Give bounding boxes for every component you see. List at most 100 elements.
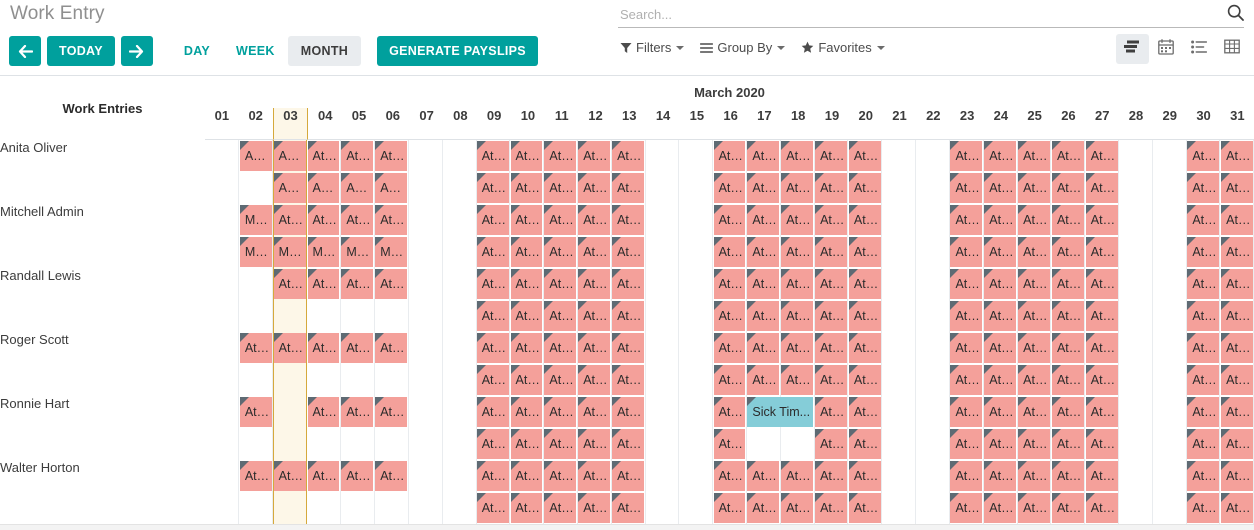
work-entry-pill[interactable]: Att...	[1085, 461, 1118, 491]
work-entry-pill[interactable]: Att...	[307, 333, 340, 363]
work-entry-pill[interactable]: Att...	[476, 365, 509, 395]
work-entry-pill[interactable]: Att...	[1051, 269, 1084, 299]
work-entry-pill[interactable]: Att...	[815, 461, 847, 491]
work-entry-pill[interactable]: Att...	[273, 205, 306, 235]
favorites-menu[interactable]: Favorites	[801, 40, 885, 55]
work-entry-pill[interactable]: Att...	[747, 493, 780, 523]
work-entry-pill[interactable]: Att...	[578, 237, 611, 267]
gantt-row-label[interactable]: Randall Lewis	[0, 268, 205, 332]
work-entry-pill[interactable]: Att...	[476, 205, 509, 235]
gantt-row-label[interactable]: Mitchell Admin	[0, 204, 205, 268]
work-entry-pill[interactable]: Att...	[544, 365, 577, 395]
work-entry-pill[interactable]: Att...	[984, 173, 1017, 203]
work-entry-pill[interactable]: Att...	[1085, 493, 1118, 523]
work-entry-pill[interactable]: Att...	[544, 141, 577, 171]
work-entry-pill[interactable]: Att...	[544, 461, 577, 491]
work-entry-pill[interactable]: Att...	[375, 205, 408, 235]
work-entry-pill[interactable]: Att...	[273, 333, 306, 363]
work-entry-pill[interactable]: Att...	[1051, 237, 1084, 267]
work-entry-pill[interactable]: Att...	[1018, 301, 1050, 331]
work-entry-pill[interactable]: Anit...	[239, 141, 272, 171]
work-entry-pill[interactable]: Att...	[1221, 301, 1253, 331]
work-entry-pill[interactable]: Att...	[1187, 141, 1220, 171]
work-entry-pill[interactable]: Att...	[1018, 141, 1050, 171]
work-entry-pill[interactable]: Att...	[713, 141, 746, 171]
scale-month-button[interactable]: MONTH	[287, 36, 362, 66]
work-entry-pill[interactable]: Att...	[578, 493, 611, 523]
work-entry-pill[interactable]: Att...	[1221, 173, 1253, 203]
work-entry-pill[interactable]: Att...	[476, 429, 509, 459]
work-entry-pill[interactable]: Att...	[950, 205, 983, 235]
work-entry-pill[interactable]: Att...	[307, 461, 340, 491]
work-entry-pill[interactable]: Att...	[984, 301, 1017, 331]
work-entry-pill[interactable]: Att...	[578, 205, 611, 235]
work-entry-pill[interactable]: Att...	[984, 429, 1017, 459]
work-entry-pill[interactable]: Att...	[848, 141, 881, 171]
work-entry-pill[interactable]: Att...	[781, 301, 814, 331]
work-entry-pill[interactable]: Att...	[713, 493, 746, 523]
work-entry-pill[interactable]: Att...	[544, 173, 577, 203]
work-entry-pill[interactable]: Att...	[510, 141, 543, 171]
work-entry-pill[interactable]: Att...	[1085, 173, 1118, 203]
work-entry-pill[interactable]: Att...	[713, 301, 746, 331]
work-entry-pill[interactable]: Att...	[1051, 333, 1084, 363]
work-entry-pill[interactable]: Att...	[273, 269, 306, 299]
work-entry-pill[interactable]: Att...	[510, 173, 543, 203]
group-by-menu[interactable]: Group By	[700, 40, 786, 55]
work-entry-pill[interactable]: Att...	[815, 269, 847, 299]
work-entry-pill[interactable]: Att...	[612, 493, 644, 523]
work-entry-pill[interactable]: Att...	[815, 429, 847, 459]
work-entry-pill[interactable]: Att...	[612, 301, 644, 331]
work-entry-pill[interactable]: Att...	[950, 429, 983, 459]
today-button[interactable]: TODAY	[47, 36, 115, 66]
work-entry-pill[interactable]: Mit...	[239, 205, 272, 235]
work-entry-pill[interactable]: Att...	[1221, 333, 1253, 363]
work-entry-pill[interactable]: Att...	[984, 141, 1017, 171]
work-entry-pill[interactable]: Att...	[239, 461, 272, 491]
work-entry-pill[interactable]: Mit...	[239, 237, 272, 267]
work-entry-pill[interactable]: Att...	[950, 365, 983, 395]
work-entry-pill-sick[interactable]: Sick Tim...	[747, 397, 814, 427]
work-entry-pill[interactable]: Att...	[544, 429, 577, 459]
work-entry-pill[interactable]: Att...	[1187, 333, 1220, 363]
gantt-row-label[interactable]: Ronnie Hart	[0, 396, 205, 460]
work-entry-pill[interactable]: Att...	[1187, 365, 1220, 395]
work-entry-pill[interactable]: Att...	[781, 493, 814, 523]
work-entry-pill[interactable]: Att...	[544, 333, 577, 363]
work-entry-pill[interactable]: Att...	[984, 269, 1017, 299]
work-entry-pill[interactable]: Att...	[510, 365, 543, 395]
work-entry-pill[interactable]: Att...	[1187, 269, 1220, 299]
work-entry-pill[interactable]: Att...	[1018, 397, 1050, 427]
next-period-button[interactable]	[120, 36, 153, 66]
scale-day-button[interactable]: DAY	[171, 36, 223, 66]
work-entry-pill[interactable]: Att...	[476, 237, 509, 267]
work-entry-pill[interactable]: Att...	[612, 397, 644, 427]
work-entry-pill[interactable]: Att...	[476, 461, 509, 491]
work-entry-pill[interactable]: Att...	[544, 301, 577, 331]
work-entry-pill[interactable]: Att...	[1018, 205, 1050, 235]
work-entry-pill[interactable]: Att...	[1051, 301, 1084, 331]
work-entry-pill[interactable]: Att...	[612, 269, 644, 299]
work-entry-pill[interactable]: Att...	[747, 269, 780, 299]
work-entry-pill[interactable]: Att...	[950, 141, 983, 171]
work-entry-pill[interactable]: Att...	[1085, 301, 1118, 331]
work-entry-pill[interactable]: Att...	[1018, 461, 1050, 491]
work-entry-pill[interactable]: Att...	[612, 237, 644, 267]
work-entry-pill[interactable]: Att...	[747, 333, 780, 363]
work-entry-pill[interactable]: Att...	[544, 237, 577, 267]
work-entry-pill[interactable]: Att...	[815, 333, 847, 363]
work-entry-pill[interactable]: Att...	[510, 301, 543, 331]
work-entry-pill[interactable]: Att...	[578, 365, 611, 395]
work-entry-pill[interactable]: Att...	[612, 141, 644, 171]
work-entry-pill[interactable]: Att...	[1187, 205, 1220, 235]
prev-period-button[interactable]	[9, 36, 41, 66]
work-entry-pill[interactable]: Att...	[307, 141, 340, 171]
work-entry-pill[interactable]: Att...	[747, 173, 780, 203]
work-entry-pill[interactable]: Att...	[950, 461, 983, 491]
work-entry-pill[interactable]: Att...	[375, 141, 408, 171]
work-entry-pill[interactable]: Att...	[848, 333, 881, 363]
gantt-row-label[interactable]: Walter Horton	[0, 460, 205, 524]
work-entry-pill[interactable]: Att...	[848, 269, 881, 299]
work-entry-pill[interactable]: Att...	[713, 333, 746, 363]
work-entry-pill[interactable]: Att...	[1018, 333, 1050, 363]
